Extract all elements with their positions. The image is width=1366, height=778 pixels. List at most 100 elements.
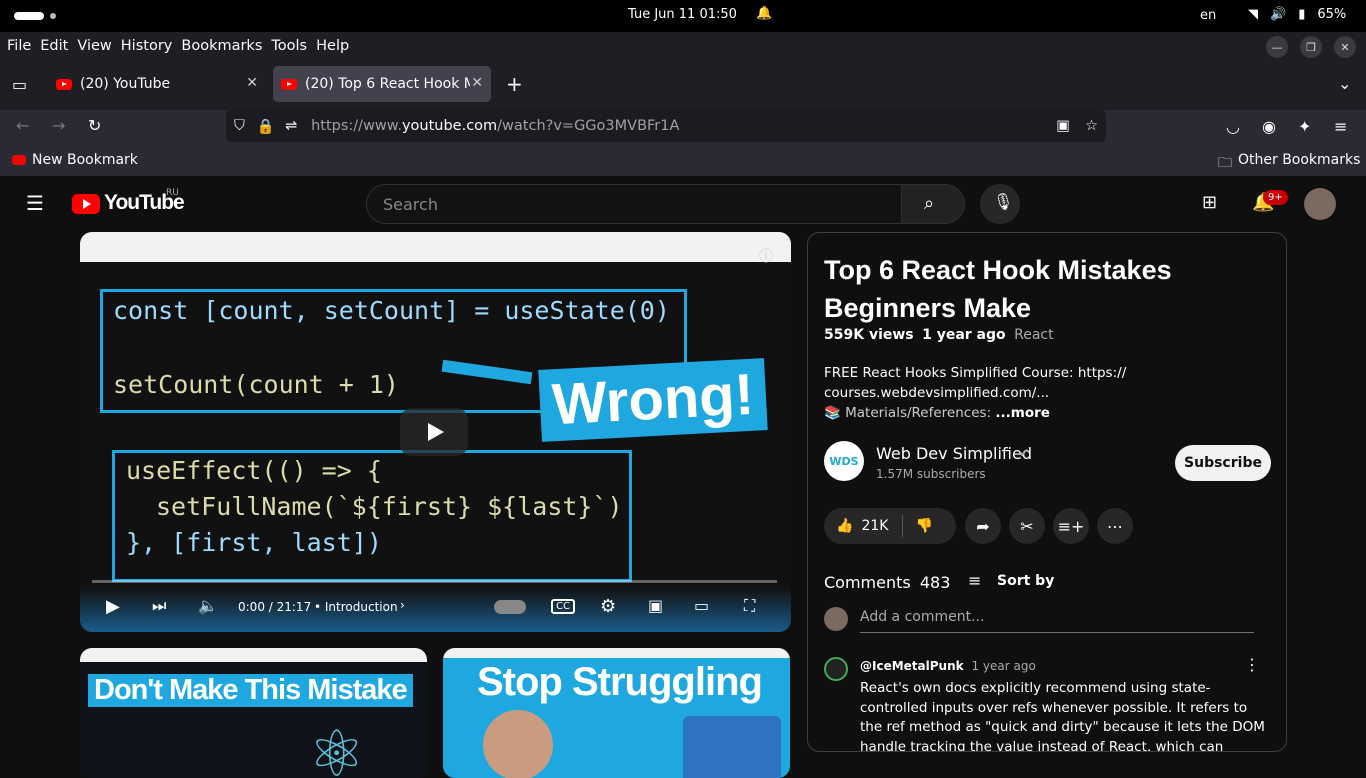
- workspace-dot: [50, 13, 56, 19]
- folder-icon: 🗀: [1218, 155, 1232, 171]
- tab-bar: ▭ (20) YouTube ✕ (20) Top 6 React Hook M…: [0, 60, 1366, 110]
- hamburger-menu-icon[interactable]: ☰: [26, 191, 44, 215]
- permissions-icon[interactable]: ⇌: [285, 118, 297, 134]
- related-video-1[interactable]: Don't Make This Mistake ⚛: [80, 648, 427, 778]
- menu-tools[interactable]: Tools: [271, 38, 307, 54]
- comments-label: Comments: [824, 573, 911, 592]
- tab-react-hooks-video[interactable]: (20) Top 6 React Hook Mi ✕: [273, 66, 491, 102]
- notification-bell-icon[interactable]: 🔔: [756, 6, 772, 21]
- sort-by-button[interactable]: Sort by: [997, 573, 1054, 589]
- bookmark-new[interactable]: New Bookmark: [32, 152, 138, 168]
- menu-edit[interactable]: Edit: [40, 38, 68, 54]
- system-tray[interactable]: ◥ 🔊 ▮ 65%: [1248, 7, 1346, 22]
- create-video-icon[interactable]: ⊞: [1202, 192, 1217, 213]
- app-menu-icon[interactable]: ≡: [1334, 117, 1347, 136]
- comment-author[interactable]: @IceMetalPunk: [860, 659, 964, 673]
- youtube-bookmark-icon: [12, 155, 26, 165]
- description-line-3: 📚 Materials/References:: [824, 405, 992, 421]
- menu-bookmarks[interactable]: Bookmarks: [181, 38, 262, 54]
- clock[interactable]: Tue Jun 11 01:50: [628, 7, 737, 22]
- tab-overview-icon[interactable]: ▭: [12, 75, 27, 94]
- reload-icon[interactable]: ↻: [88, 116, 101, 135]
- wifi-icon: ◥: [1248, 7, 1258, 22]
- next-icon[interactable]: ⏭: [152, 596, 166, 616]
- like-count[interactable]: 21K: [861, 518, 888, 534]
- settings-icon[interactable]: ⚙: [600, 596, 616, 617]
- share-icon[interactable]: ➦: [965, 508, 1001, 544]
- fullscreen-icon[interactable]: ⛶: [744, 596, 755, 616]
- video-player[interactable]: ⓘ const [count, setCount] = useState(0) …: [80, 232, 791, 632]
- menu-history[interactable]: History: [121, 38, 173, 54]
- close-tab-icon[interactable]: ✕: [246, 75, 258, 91]
- system-top-bar: Tue Jun 11 01:50 🔔 en ◥ 🔊 ▮ 65%: [0, 0, 1366, 32]
- chapter-title[interactable]: • Introduction: [314, 600, 398, 614]
- lock-icon[interactable]: 🔒: [257, 118, 275, 135]
- menu-help[interactable]: Help: [316, 38, 349, 54]
- search-input[interactable]: Search: [366, 184, 902, 224]
- description-line-2[interactable]: courses.webdevsimplified.com/...: [824, 383, 1264, 403]
- url-bar[interactable]: ⛉ 🔒 ⇌ https://www.youtube.com/watch?v=GG…: [226, 110, 1106, 142]
- chevron-right-icon[interactable]: ›: [400, 598, 405, 612]
- play-overlay-button[interactable]: [400, 408, 468, 456]
- extensions-icon[interactable]: ✦: [1298, 117, 1311, 136]
- show-more-link[interactable]: ...more: [995, 405, 1050, 421]
- url-text[interactable]: https://www.youtube.com/watch?v=GGo3MVBF…: [311, 118, 679, 134]
- view-count: 559K views: [824, 327, 914, 343]
- comments-count: 483: [919, 573, 951, 592]
- back-icon[interactable]: ←: [16, 116, 29, 135]
- new-tab-icon[interactable]: +: [506, 72, 523, 96]
- info-icon[interactable]: ⓘ: [759, 246, 773, 266]
- comment-age[interactable]: 1 year ago: [971, 659, 1035, 673]
- activities-indicator[interactable]: [14, 12, 44, 20]
- minimize-button[interactable]: —: [1266, 36, 1288, 58]
- verified-icon: ✔: [1019, 446, 1030, 460]
- close-window-button[interactable]: ✕: [1334, 36, 1356, 58]
- account-icon[interactable]: ◉: [1262, 117, 1276, 136]
- add-comment-input[interactable]: Add a comment...: [860, 609, 1254, 633]
- bookmark-star-icon[interactable]: ☆: [1085, 118, 1098, 134]
- upload-age: 1 year ago: [922, 327, 1006, 343]
- other-bookmarks[interactable]: Other Bookmarks: [1238, 152, 1360, 168]
- youtube-header: ☰ YouTube RU Search ⌕ 🎙 ⊞ 🔔 9+: [0, 176, 1366, 232]
- menu-view[interactable]: View: [77, 38, 111, 54]
- forward-icon[interactable]: →: [52, 116, 65, 135]
- code-line-3: useEffect(() => {: [126, 456, 382, 485]
- keyboard-language[interactable]: en: [1200, 8, 1216, 23]
- video-info-panel: Top 6 React Hook Mistakes Beginners Make…: [807, 232, 1287, 752]
- hashtag-link[interactable]: React: [1014, 327, 1053, 343]
- youtube-logo-icon[interactable]: [72, 194, 100, 214]
- theater-mode-icon[interactable]: ▭: [694, 596, 709, 615]
- volume-icon[interactable]: 🔈: [198, 596, 218, 615]
- pocket-icon[interactable]: ◡: [1226, 117, 1240, 136]
- close-tab-icon[interactable]: ✕: [471, 75, 483, 91]
- picture-in-picture-icon[interactable]: ▣: [1056, 118, 1070, 134]
- play-icon[interactable]: ▶: [106, 596, 120, 617]
- save-playlist-icon[interactable]: ≡+: [1053, 508, 1089, 544]
- comment-menu-icon[interactable]: ⋮: [1244, 655, 1260, 674]
- maximize-button[interactable]: ❐: [1300, 36, 1322, 58]
- notification-badge: 9+: [1263, 190, 1288, 205]
- list-tabs-icon[interactable]: ⌄: [1338, 74, 1351, 93]
- sort-icon[interactable]: ≡: [968, 571, 981, 590]
- voice-search-button[interactable]: 🎙: [980, 184, 1020, 224]
- menu-file[interactable]: File: [7, 38, 31, 54]
- battery-percent: 65%: [1317, 7, 1347, 22]
- clip-icon[interactable]: ✂: [1009, 508, 1045, 544]
- channel-name[interactable]: Web Dev Simplified: [876, 444, 1032, 463]
- subscribe-button[interactable]: Subscribe: [1175, 445, 1271, 481]
- shield-icon[interactable]: ⛉: [234, 118, 245, 134]
- tab-label: (20) YouTube: [80, 76, 171, 92]
- avatar[interactable]: [1304, 188, 1336, 220]
- commenter-avatar[interactable]: [824, 657, 848, 681]
- autoplay-toggle[interactable]: [494, 600, 526, 614]
- captions-button[interactable]: CC: [551, 599, 575, 614]
- like-icon[interactable]: 👍: [836, 518, 853, 534]
- channel-logo[interactable]: WDS: [824, 441, 864, 481]
- related-video-2[interactable]: Stop Struggling: [443, 648, 790, 778]
- dislike-icon[interactable]: 👎: [915, 518, 932, 534]
- miniplayer-icon[interactable]: ▣: [648, 596, 663, 615]
- progress-bar[interactable]: [92, 580, 777, 583]
- tab-youtube[interactable]: (20) YouTube ✕: [48, 66, 266, 102]
- more-actions-icon[interactable]: ⋯: [1097, 508, 1133, 544]
- search-button[interactable]: ⌕: [901, 184, 965, 224]
